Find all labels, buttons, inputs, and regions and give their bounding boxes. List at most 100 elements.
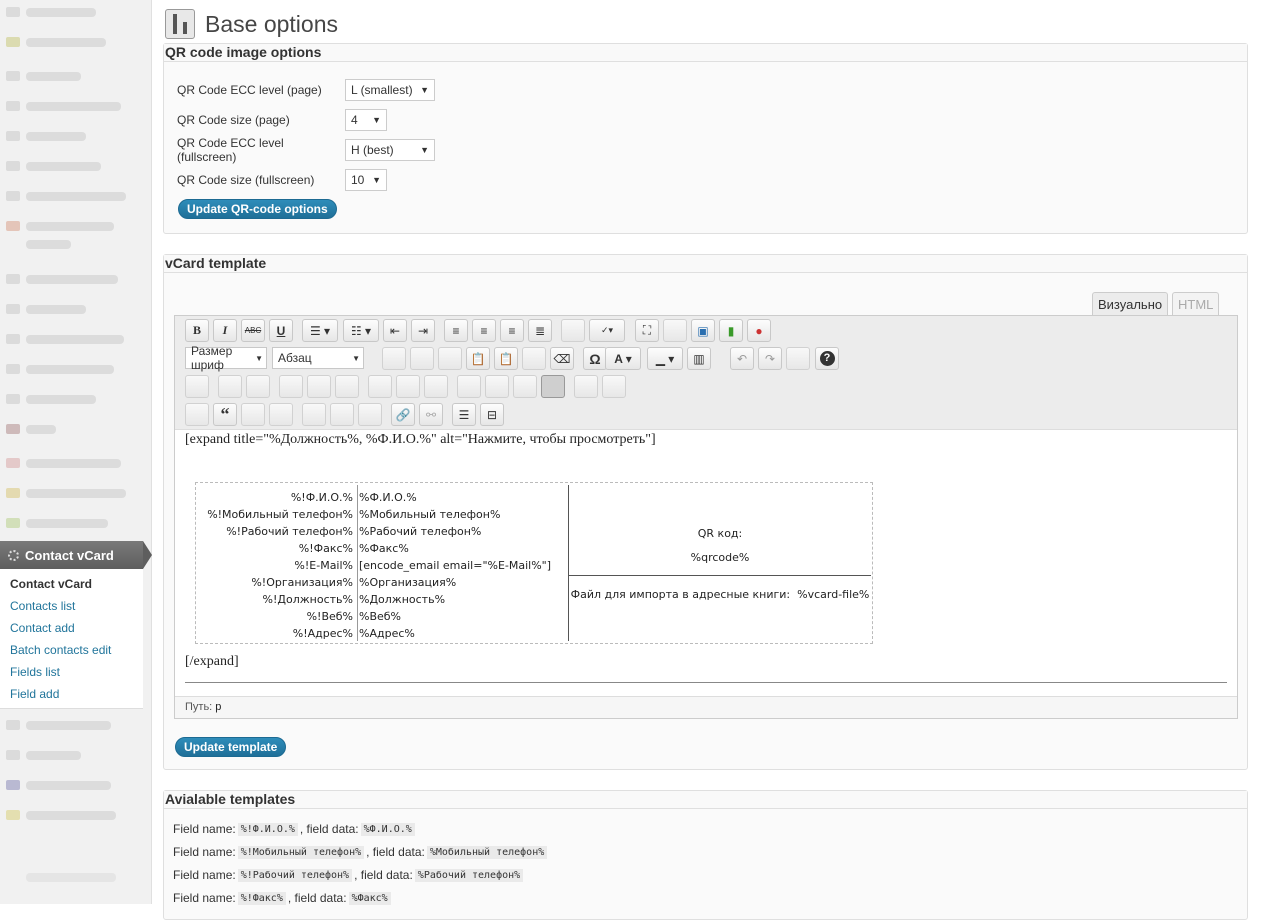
blurred-menu-item[interactable] [6, 273, 118, 285]
ecc-fullscreen-select[interactable]: H (best) ▼ [345, 139, 435, 161]
blurred-menu-item[interactable] [6, 130, 86, 142]
undo-button[interactable]: ↶ [730, 347, 754, 370]
blurred-menu-item[interactable] [6, 333, 124, 345]
align-right-button[interactable]: ≡ [500, 319, 524, 342]
blurred-menu-item[interactable] [6, 517, 108, 529]
blurred-menu-item[interactable] [6, 303, 86, 315]
blurred-menu-item[interactable] [6, 749, 81, 761]
blurred-menu-item[interactable] [6, 70, 81, 82]
paste-word-button[interactable]: 📋 [494, 347, 518, 370]
menu-contact-vcard[interactable]: Contact vCard [0, 541, 152, 569]
toolbar-button[interactable] [241, 403, 265, 426]
path-element[interactable]: p [215, 701, 221, 713]
size-page-select[interactable]: 4 ▼ [345, 109, 387, 131]
blurred-menu-item[interactable] [6, 423, 56, 435]
toolbar-button[interactable] [485, 375, 509, 398]
toolbar-button[interactable] [438, 347, 462, 370]
toolbar-button[interactable] [358, 403, 382, 426]
toolbar-button[interactable] [786, 347, 810, 370]
toolbar-button[interactable] [279, 375, 303, 398]
toolbar-button[interactable] [185, 403, 209, 426]
blurred-menu-item[interactable] [6, 6, 96, 18]
underline-button[interactable]: U [269, 319, 293, 342]
blurred-menu-item[interactable] [6, 871, 116, 883]
special-char-button[interactable]: Ω [583, 347, 607, 370]
paste-text-button[interactable]: 📋 [466, 347, 490, 370]
update-qr-options-button[interactable]: Update QR-code options [178, 199, 337, 219]
toolbar-button[interactable] [382, 347, 406, 370]
align-left-button[interactable]: ≡ [444, 319, 468, 342]
toolbar-button[interactable] [522, 347, 546, 370]
submenu-contact-vcard[interactable]: Contact vCard [0, 573, 143, 595]
toolbar-button[interactable] [574, 375, 598, 398]
toolbar-button[interactable] [330, 403, 354, 426]
blurred-menu-item[interactable] [6, 393, 96, 405]
page-break-button[interactable]: ⊟ [480, 403, 504, 426]
strikethrough-button[interactable]: ABC [241, 319, 265, 342]
submenu-fields-list[interactable]: Fields list [0, 661, 143, 683]
update-template-button[interactable]: Update template [175, 737, 287, 757]
submenu-contact-add[interactable]: Contact add [0, 617, 143, 639]
font-size-select[interactable]: Размер шриф ▼ [185, 344, 267, 372]
toolbar-button[interactable] [218, 375, 242, 398]
numbered-list-button[interactable]: ☷ ▾ [343, 319, 379, 342]
blurred-menu-item[interactable] [6, 220, 114, 232]
submenu-contacts-list[interactable]: Contacts list [0, 595, 143, 617]
tab-html[interactable]: HTML [1172, 292, 1220, 316]
unlink-button[interactable]: ⚯ [419, 403, 443, 426]
toolbar-button[interactable] [246, 375, 270, 398]
toolbar-button[interactable] [602, 375, 626, 398]
toolbar-button[interactable] [269, 403, 293, 426]
blurred-menu-item[interactable] [6, 487, 126, 499]
chart-button[interactable]: ▮ [719, 319, 743, 342]
indent-button[interactable]: ⇥ [411, 319, 435, 342]
insert-more-button[interactable]: ☰ [452, 403, 476, 426]
toolbar-button[interactable] [185, 375, 209, 398]
bullet-list-button[interactable]: ☰ ▾ [302, 319, 338, 342]
tab-visual[interactable]: Визуально [1092, 292, 1169, 316]
text-color-button[interactable]: A ▾ [605, 347, 641, 370]
toolbar-button[interactable] [457, 375, 481, 398]
blurred-menu-item[interactable] [6, 160, 101, 172]
toolbar-button[interactable] [410, 347, 434, 370]
toolbar-button[interactable] [396, 375, 420, 398]
toolbar-button[interactable] [513, 375, 537, 398]
background-color-button[interactable]: ▁ ▾ [647, 347, 683, 370]
blurred-menu-item[interactable] [6, 719, 111, 731]
map-button[interactable]: ● [747, 319, 771, 342]
toolbar-button[interactable] [424, 375, 448, 398]
blockquote-button[interactable]: “ [213, 403, 237, 426]
toolbar-button[interactable] [561, 319, 585, 342]
toolbar-button-active[interactable] [541, 375, 565, 398]
outdent-button[interactable]: ⇤ [383, 319, 407, 342]
spellcheck-button[interactable]: ✓▾ [589, 319, 625, 342]
fullscreen-button[interactable]: ⛶ [635, 319, 659, 342]
blurred-menu-item[interactable] [6, 457, 121, 469]
size-fullscreen-select[interactable]: 10 ▼ [345, 169, 387, 191]
blurred-menu-item[interactable] [6, 100, 121, 112]
insert-video-button[interactable]: ▥ [687, 347, 711, 370]
redo-button[interactable]: ↷ [758, 347, 782, 370]
italic-button[interactable]: I [213, 319, 237, 342]
align-center-button[interactable]: ≡ [472, 319, 496, 342]
blurred-menu-item[interactable] [6, 809, 116, 821]
justify-button[interactable]: ≣ [528, 319, 552, 342]
blurred-menu-item[interactable] [6, 779, 111, 791]
toolbar-button[interactable] [335, 375, 359, 398]
help-button[interactable]: ? [815, 347, 839, 370]
toolbar-button[interactable] [307, 375, 331, 398]
toolbar-button[interactable] [368, 375, 392, 398]
ecc-page-select[interactable]: L (smallest) ▼ [345, 79, 435, 101]
blurred-menu-item[interactable] [6, 36, 106, 48]
insert-media-button[interactable]: ▣ [691, 319, 715, 342]
format-select[interactable]: Абзац ▼ [272, 347, 364, 369]
insert-link-button[interactable]: 🔗 [391, 403, 415, 426]
bold-button[interactable]: B [185, 319, 209, 342]
blurred-menu-item[interactable] [6, 363, 114, 375]
blurred-menu-item[interactable] [6, 190, 126, 202]
toolbar-button[interactable] [663, 319, 687, 342]
submenu-field-add[interactable]: Field add [0, 683, 143, 705]
blurred-menu-item[interactable] [6, 238, 71, 250]
toolbar-button[interactable] [302, 403, 326, 426]
submenu-batch-contacts-edit[interactable]: Batch contacts edit [0, 639, 143, 661]
